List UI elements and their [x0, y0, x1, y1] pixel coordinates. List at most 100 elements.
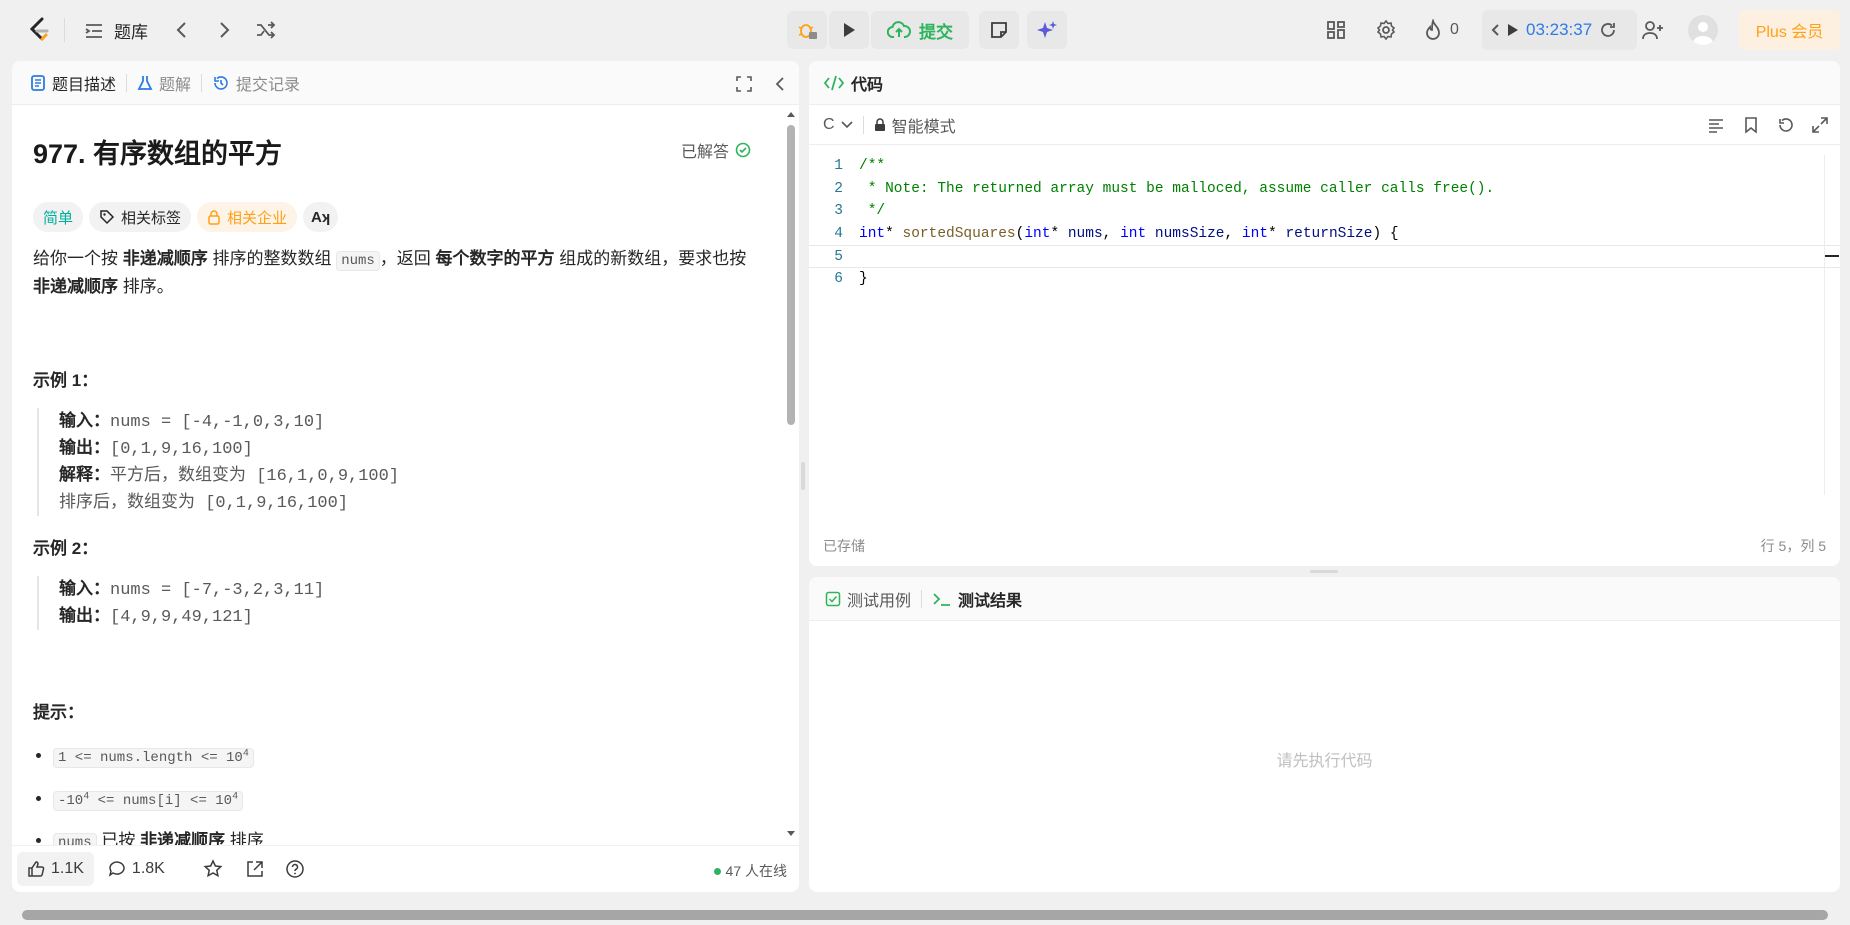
- cloud-upload-icon: [887, 20, 911, 40]
- code-editor-panel: 代码 C 智能模式 1 /** 2 * Note: The returned ar…: [809, 61, 1840, 566]
- hint-text: 排序: [225, 831, 264, 845]
- shuffle-icon[interactable]: [255, 19, 277, 41]
- code-area[interactable]: 1 /** 2 * Note: The returned array must b…: [809, 155, 1840, 495]
- results-panel: 测试用例 测试结果 请先执行代码: [809, 577, 1840, 892]
- tab-test-result[interactable]: 测试结果: [932, 587, 1022, 611]
- debug-button[interactable]: [787, 11, 827, 49]
- list-icon: [84, 22, 104, 40]
- tab-description[interactable]: 题目描述: [30, 71, 116, 95]
- hint-text: 已按: [96, 831, 141, 845]
- collapse-panel-icon[interactable]: [774, 75, 786, 93]
- share-icon[interactable]: [245, 859, 265, 879]
- code-token: *: [1268, 225, 1286, 242]
- related-companies-button[interactable]: 相关企业: [197, 202, 298, 232]
- hint-sup: 4: [232, 791, 239, 803]
- layout-icon[interactable]: [1325, 19, 1347, 41]
- code-line: 1 /**: [809, 155, 1840, 178]
- related-tags-button[interactable]: 相关标签: [89, 202, 192, 232]
- scroll-down-icon[interactable]: [787, 829, 795, 837]
- like-button[interactable]: 1.1K: [17, 852, 94, 886]
- online-dot-icon: [713, 867, 721, 875]
- page-scrollbar-thumb[interactable]: [22, 910, 1828, 920]
- hint-sup: 4: [242, 748, 249, 759]
- smart-mode-toggle[interactable]: 智能模式: [874, 113, 956, 137]
- cursor-position: 行 5，列 5: [1760, 538, 1826, 554]
- add-friend-icon[interactable]: [1641, 19, 1665, 41]
- desc-text: 组成的新数组，要求也按: [554, 249, 747, 268]
- streak-counter[interactable]: 0: [1424, 19, 1459, 41]
- comment-count: 1.8K: [131, 860, 165, 877]
- note-button[interactable]: [979, 11, 1019, 49]
- prev-problem-icon[interactable]: [174, 20, 190, 40]
- code-token: int: [1024, 225, 1051, 242]
- run-button[interactable]: [829, 11, 869, 49]
- hint-bold: 非递减顺序: [140, 831, 226, 845]
- avatar[interactable]: [1688, 15, 1718, 45]
- tag-icon: [99, 209, 115, 225]
- tab-testcases[interactable]: 测试用例: [825, 587, 911, 611]
- example-value: [4,9,9,49,121]: [110, 608, 253, 627]
- scroll-up-icon[interactable]: [787, 111, 795, 119]
- submit-button[interactable]: 提交: [871, 11, 969, 49]
- tab-submissions-label: 提交记录: [236, 76, 301, 94]
- plus-membership-button[interactable]: Plus 会员: [1739, 10, 1840, 50]
- tab-code[interactable]: 代码: [823, 71, 883, 95]
- hint-item: 1 <= nums.length <= 104: [53, 741, 767, 771]
- vertical-splitter[interactable]: [801, 462, 805, 490]
- problem-list-button[interactable]: 题库: [84, 18, 148, 43]
- leetcode-logo-icon[interactable]: [26, 16, 52, 44]
- bookmark-icon[interactable]: [1743, 116, 1759, 134]
- sparkle-icon: [1036, 19, 1058, 41]
- scrollbar-thumb[interactable]: [787, 125, 795, 425]
- tab-solutions[interactable]: 题解: [137, 71, 191, 95]
- code-token: numsSize: [1154, 225, 1225, 242]
- hint-item: nums 已按 非递减顺序 排序: [53, 828, 767, 845]
- star-icon[interactable]: [203, 859, 223, 879]
- fullscreen-icon[interactable]: [735, 75, 753, 93]
- desc-text: 排序的整数数组: [207, 249, 337, 268]
- settings-gear-icon[interactable]: [1375, 19, 1397, 41]
- online-indicator: 47 人在线: [713, 861, 787, 881]
- difficulty-badge[interactable]: 简单: [33, 202, 84, 232]
- hint-item: -104 <= nums[i] <= 104: [53, 785, 767, 815]
- translate-button[interactable]: Aʞ: [303, 202, 339, 232]
- help-icon[interactable]: [285, 859, 305, 879]
- description-content[interactable]: 977. 有序数组的平方 已解答 简单 相关标签 相关企业 Aʞ 给你一个按 非…: [12, 105, 787, 845]
- tab-submissions[interactable]: 提交记录: [212, 71, 300, 95]
- page-horizontal-scrollbar[interactable]: [0, 905, 1850, 925]
- next-problem-icon[interactable]: [216, 20, 232, 40]
- translate-icon: Aʞ: [311, 208, 331, 226]
- expand-editor-icon[interactable]: [1811, 116, 1829, 134]
- code-line: 4 int* sortedSquares(int* nums, int numsS…: [809, 223, 1840, 246]
- line-number: 5: [834, 249, 843, 266]
- minimap-cursor-marker: [1825, 255, 1839, 257]
- code-line-active: 5: [809, 245, 1840, 268]
- description-scrollbar[interactable]: [785, 111, 797, 841]
- reset-code-icon[interactable]: [1777, 116, 1795, 134]
- ai-assistant-button[interactable]: [1027, 11, 1067, 49]
- line-number: 3: [834, 203, 843, 220]
- chevron-down-icon: [840, 120, 853, 130]
- language-value: C: [823, 115, 835, 133]
- horizontal-splitter[interactable]: [1310, 570, 1338, 573]
- timer-value: 03:23:37: [1526, 20, 1593, 39]
- note-icon: [989, 20, 1009, 40]
- code-brackets-icon: [823, 74, 845, 92]
- line-number: 6: [834, 270, 843, 287]
- example-label: 解释：: [59, 465, 110, 484]
- bug-lock-icon: [796, 19, 818, 41]
- editor-scroll-edge: [1824, 155, 1825, 495]
- example-label: 输出：: [59, 438, 110, 457]
- hint-code-text: -10: [58, 793, 84, 810]
- code-text: * Note: The returned array must be mallo…: [859, 180, 1495, 197]
- code-text: /**: [859, 158, 886, 174]
- timer-reset-icon[interactable]: [1598, 20, 1618, 40]
- tab-solutions-label: 题解: [159, 76, 192, 94]
- language-select[interactable]: C: [823, 116, 853, 134]
- timer-collapse-icon[interactable]: [1490, 22, 1500, 38]
- terminal-icon: [932, 591, 952, 607]
- comment-button[interactable]: 1.8K: [108, 860, 165, 878]
- timer-play-icon[interactable]: [1506, 22, 1520, 38]
- format-code-icon[interactable]: [1707, 116, 1725, 134]
- desc-text: 给你一个按: [33, 249, 123, 268]
